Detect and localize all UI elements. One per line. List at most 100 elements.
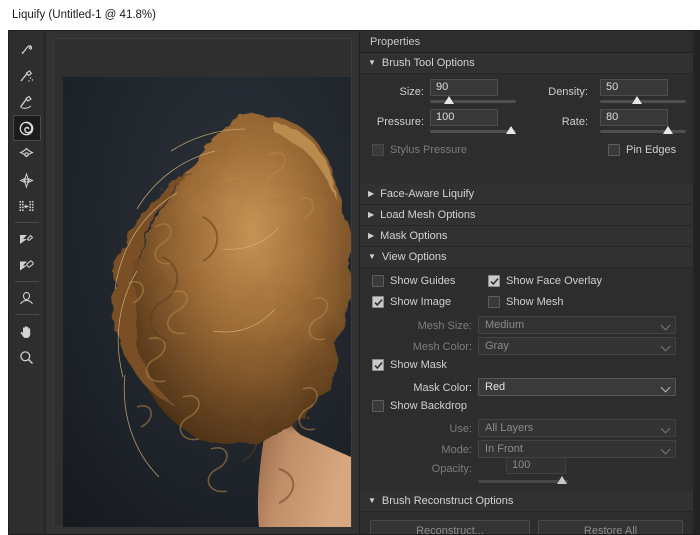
pressure-input[interactable]: 100 — [430, 109, 498, 126]
size-input[interactable]: 90 — [430, 79, 498, 96]
show-mesh-checkbox[interactable]: Show Mesh — [488, 296, 563, 308]
show-image-checkbox[interactable]: Show Image — [372, 296, 451, 308]
chevron-down-icon — [660, 423, 671, 434]
use-value: All Layers — [485, 422, 534, 434]
liquify-preview-image[interactable] — [63, 77, 351, 527]
bloat-tool[interactable] — [13, 167, 41, 193]
rate-slider-thumb[interactable] — [663, 126, 673, 134]
window-title: Liquify (Untitled-1 @ 41.8%) — [0, 0, 700, 30]
show-backdrop-label: Show Backdrop — [390, 400, 468, 412]
checkbox-icon — [608, 144, 620, 156]
thaw-mask-tool[interactable] — [13, 252, 41, 278]
chevron-down-icon — [660, 320, 671, 331]
view-options-body: Show Guides Show Face Overlay Show Image — [360, 268, 693, 491]
mesh-color-label: Mesh Color: — [412, 341, 472, 353]
checkbox-checked-icon — [372, 296, 384, 308]
size-slider-track[interactable] — [430, 100, 516, 103]
section-brush-tool-options[interactable]: ▼ Brush Tool Options — [360, 53, 693, 74]
section-load-mesh-options[interactable]: ▶ Load Mesh Options — [360, 205, 693, 226]
show-mask-label: Show Mask — [390, 359, 447, 371]
density-slider-thumb[interactable] — [632, 96, 642, 104]
toolbar-divider-2 — [14, 281, 39, 282]
pin-edges-checkbox[interactable]: Pin Edges — [608, 144, 676, 156]
density-input[interactable]: 50 — [600, 79, 668, 96]
opacity-slider-track[interactable] — [478, 480, 568, 483]
show-mesh-label: Show Mesh — [506, 296, 564, 308]
show-face-overlay-label: Show Face Overlay — [506, 275, 602, 287]
liquify-dialog-window: Liquify (Untitled-1 @ 41.8%) Properties … — [0, 0, 700, 535]
checkbox-checked-icon — [488, 275, 500, 287]
section-brush-reconstruct-options[interactable]: ▼ Brush Reconstruct Options — [360, 491, 693, 512]
brush-reconstruct-options-body: Reconstruct... Restore All — [360, 512, 693, 534]
mask-color-value: Red — [485, 381, 506, 393]
mode-value: In Front — [485, 443, 523, 455]
canvas-inner — [53, 38, 352, 527]
section-view-options[interactable]: ▼ View Options — [360, 247, 693, 268]
chevron-right-icon: ▶ — [368, 231, 375, 240]
chevron-down-icon — [660, 444, 671, 455]
chevron-down-icon: ▼ — [368, 252, 376, 261]
stylus-pressure-checkbox[interactable]: Stylus Pressure — [372, 144, 467, 156]
mesh-color-select[interactable]: Gray — [478, 337, 676, 355]
show-face-overlay-checkbox[interactable]: Show Face Overlay — [488, 275, 602, 287]
checkbox-icon — [488, 296, 500, 308]
mask-color-label: Mask Color: — [413, 382, 472, 394]
use-select[interactable]: All Layers — [478, 419, 676, 437]
reconstruct-tool[interactable] — [13, 63, 41, 89]
section-mask-options[interactable]: ▶ Mask Options — [360, 226, 693, 247]
mode-select[interactable]: In Front — [478, 440, 676, 458]
pressure-slider-track[interactable] — [430, 130, 516, 133]
face-tool[interactable] — [13, 285, 41, 311]
chevron-down-icon — [660, 382, 671, 393]
rate-label: Rate: — [561, 116, 588, 128]
smooth-tool[interactable] — [13, 89, 41, 115]
opacity-slider-thumb[interactable] — [557, 476, 567, 484]
restore-all-button[interactable]: Restore All — [538, 520, 683, 534]
show-guides-checkbox[interactable]: Show Guides — [372, 275, 455, 287]
image-canvas-area[interactable] — [46, 31, 359, 534]
pucker-tool[interactable] — [13, 141, 41, 167]
brush-tool-options-body: Size: 90 Density: 50 Pressure: 100 Rate:… — [360, 74, 693, 184]
rate-input[interactable]: 80 — [600, 109, 668, 126]
use-label: Use: — [449, 423, 472, 435]
show-mask-checkbox[interactable]: Show Mask — [372, 359, 447, 371]
density-label: Density: — [548, 86, 588, 98]
dialog-body: Properties ▼ Brush Tool Options Size: 90… — [8, 30, 700, 535]
checkbox-checked-icon — [372, 359, 384, 371]
hand-tool[interactable] — [13, 318, 41, 344]
forward-warp-tool[interactable] — [13, 37, 41, 63]
section-title: Brush Tool Options — [381, 56, 475, 69]
pressure-label: Pressure: — [376, 116, 424, 128]
mask-color-select[interactable]: Red — [478, 378, 676, 396]
size-label: Size: — [399, 86, 424, 98]
section-title: Face-Aware Liquify — [380, 187, 475, 200]
twirl-clockwise-tool[interactable] — [12, 115, 41, 141]
freeze-mask-tool[interactable] — [13, 226, 41, 252]
section-title: Load Mesh Options — [380, 208, 476, 221]
chevron-right-icon: ▶ — [368, 189, 375, 198]
mesh-size-select[interactable]: Medium — [478, 316, 676, 334]
properties-panel: Properties ▼ Brush Tool Options Size: 90… — [359, 31, 693, 534]
section-title: View Options — [381, 250, 447, 263]
zoom-tool[interactable] — [13, 344, 41, 370]
section-title: Mask Options — [380, 229, 448, 242]
section-face-aware-liquify[interactable]: ▶ Face-Aware Liquify — [360, 184, 693, 205]
reconstruct-button[interactable]: Reconstruct... — [370, 520, 530, 534]
pin-edges-label: Pin Edges — [626, 144, 677, 156]
rate-slider-track[interactable] — [600, 130, 686, 133]
mode-label: Mode: — [441, 444, 472, 456]
opacity-input[interactable]: 100 — [506, 457, 566, 474]
size-slider-thumb[interactable] — [444, 96, 454, 104]
section-title: Brush Reconstruct Options — [381, 494, 514, 507]
opacity-label: Opacity: — [431, 463, 472, 475]
push-left-tool[interactable] — [13, 193, 41, 219]
density-slider-track[interactable] — [600, 100, 686, 103]
toolbar-divider-3 — [14, 314, 39, 315]
mesh-size-value: Medium — [485, 319, 525, 331]
show-guides-label: Show Guides — [390, 275, 456, 287]
chevron-right-icon: ▶ — [368, 210, 375, 219]
show-backdrop-checkbox[interactable]: Show Backdrop — [372, 400, 467, 412]
liquify-toolbar — [9, 31, 45, 534]
checkbox-icon — [372, 400, 384, 412]
checkbox-icon — [372, 144, 384, 156]
